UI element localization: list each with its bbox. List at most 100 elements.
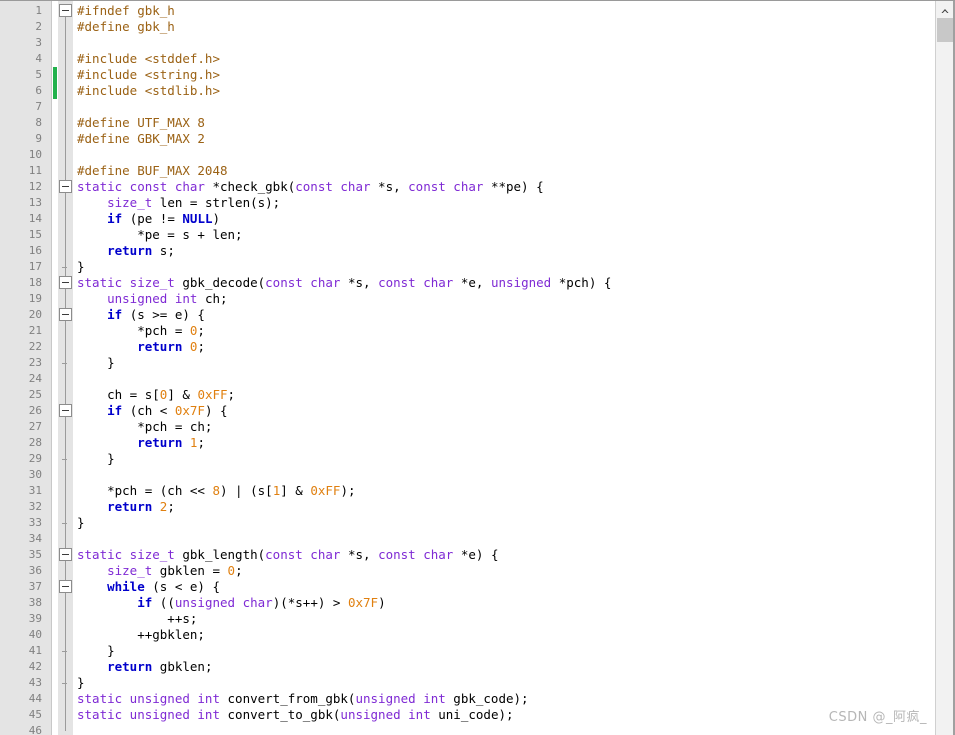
code-line[interactable]: if ((unsigned char)(*s++) > 0x7F) xyxy=(77,595,934,611)
fold-toggle-collapse[interactable] xyxy=(59,404,72,417)
code-line[interactable]: static const char *check_gbk(const char … xyxy=(77,179,934,195)
code-token-id: *pch = xyxy=(77,323,190,338)
fold-toggle-collapse[interactable] xyxy=(59,548,72,561)
line-number: 13 xyxy=(28,196,42,209)
fold-toggle-collapse[interactable] xyxy=(59,276,72,289)
code-token-pre: #define gbk_h xyxy=(77,19,175,34)
code-token-ctl: if xyxy=(107,403,123,418)
code-line[interactable]: #include <stddef.h> xyxy=(77,51,934,67)
code-line[interactable]: #define GBK_MAX 2 xyxy=(77,131,934,147)
line-number: 20 xyxy=(28,308,42,321)
code-line[interactable]: #define BUF_MAX 2048 xyxy=(77,163,934,179)
line-number: 22 xyxy=(28,340,42,353)
fold-end-tick xyxy=(62,459,67,460)
code-token-id: (pe != xyxy=(122,211,183,226)
fold-toggle-collapse[interactable] xyxy=(59,580,72,593)
code-folding-margin[interactable] xyxy=(58,1,73,735)
line-number: 34 xyxy=(28,532,42,545)
code-line[interactable]: *pch = ch; xyxy=(77,419,934,435)
code-line[interactable]: #ifndef gbk_h xyxy=(77,3,934,19)
code-line[interactable]: #define UTF_MAX 8 xyxy=(77,115,934,131)
code-token-id: ; xyxy=(235,563,243,578)
code-token-id xyxy=(77,211,107,226)
code-token-kw: const char xyxy=(378,547,454,562)
code-line[interactable]: static size_t gbk_decode(const char *s, … xyxy=(77,275,934,291)
code-line[interactable]: return 1; xyxy=(77,435,934,451)
code-token-kw: static size_t xyxy=(77,547,175,562)
code-token-id xyxy=(77,659,107,674)
code-line[interactable]: static unsigned int convert_from_gbk(uns… xyxy=(77,691,934,707)
code-line[interactable] xyxy=(77,371,934,387)
code-token-id: ch; xyxy=(197,291,228,306)
scrollbar-thumb[interactable] xyxy=(937,18,954,42)
fold-toggle-collapse[interactable] xyxy=(59,308,72,321)
code-token-id: *e) { xyxy=(453,547,499,562)
code-token-id: (s < e) { xyxy=(144,579,221,594)
code-line[interactable]: size_t gbklen = 0; xyxy=(77,563,934,579)
code-line[interactable]: static unsigned int convert_to_gbk(unsig… xyxy=(77,707,934,723)
code-line[interactable]: size_t len = strlen(s); xyxy=(77,195,934,211)
code-line[interactable]: } xyxy=(77,355,934,371)
code-line[interactable]: *pe = s + len; xyxy=(77,227,934,243)
code-token-kw: const char xyxy=(265,547,341,562)
code-token-id: **pe) { xyxy=(483,179,544,194)
line-number: 23 xyxy=(28,356,42,369)
line-number: 10 xyxy=(28,148,42,161)
code-line[interactable]: } xyxy=(77,643,934,659)
code-line[interactable]: return gbklen; xyxy=(77,659,934,675)
code-line[interactable]: if (pe != NULL) xyxy=(77,211,934,227)
line-number: 5 xyxy=(35,68,42,81)
line-number: 4 xyxy=(35,52,42,65)
vertical-scrollbar[interactable] xyxy=(935,1,955,735)
code-line[interactable]: static size_t gbk_length(const char *s, … xyxy=(77,547,934,563)
code-line[interactable] xyxy=(77,99,934,115)
fold-end-tick xyxy=(62,683,67,684)
code-line[interactable]: *pch = (ch << 8) | (s[1] & 0xFF); xyxy=(77,483,934,499)
code-line[interactable]: *pch = 0; xyxy=(77,323,934,339)
code-token-kw: unsigned char xyxy=(174,595,273,610)
code-line[interactable] xyxy=(77,467,934,483)
line-number: 11 xyxy=(28,164,42,177)
code-line[interactable]: } xyxy=(77,675,934,691)
code-line[interactable]: } xyxy=(77,451,934,467)
line-number: 9 xyxy=(35,132,42,145)
line-number: 35 xyxy=(28,548,42,561)
fold-toggle-collapse[interactable] xyxy=(59,180,72,193)
code-token-pre: #ifndef gbk_h xyxy=(77,3,175,18)
code-line[interactable]: } xyxy=(77,259,934,275)
code-line[interactable] xyxy=(77,723,934,735)
code-token-id: (( xyxy=(152,595,175,610)
fold-toggle-collapse[interactable] xyxy=(59,4,72,17)
code-line[interactable]: while (s < e) { xyxy=(77,579,934,595)
line-number: 43 xyxy=(28,676,42,689)
code-line[interactable]: return 2; xyxy=(77,499,934,515)
code-line[interactable]: ++s; xyxy=(77,611,934,627)
code-line[interactable]: if (s >= e) { xyxy=(77,307,934,323)
code-token-id: gbk_code); xyxy=(445,691,529,706)
code-line[interactable]: #define gbk_h xyxy=(77,19,934,35)
code-line[interactable] xyxy=(77,147,934,163)
code-line[interactable]: #include <stdlib.h> xyxy=(77,83,934,99)
code-token-id xyxy=(77,243,107,258)
code-line[interactable] xyxy=(77,35,934,51)
code-token-num: 0x7F xyxy=(174,403,205,418)
code-token-num: 0x7F xyxy=(347,595,379,610)
code-text-area[interactable]: #ifndef gbk_h #define gbk_h #include <stdd… xyxy=(73,1,934,735)
line-number: 19 xyxy=(28,292,42,305)
code-line[interactable]: ++gbklen; xyxy=(77,627,934,643)
code-line[interactable]: ch = s[0] & 0xFF; xyxy=(77,387,934,403)
code-line[interactable]: return 0; xyxy=(77,339,934,355)
line-number: 1 xyxy=(35,4,42,17)
code-token-kw: unsigned int xyxy=(355,691,446,706)
code-line[interactable]: return s; xyxy=(77,243,934,259)
line-number: 33 xyxy=(28,516,42,529)
code-token-id: } xyxy=(77,259,85,274)
code-token-id: ++s; xyxy=(77,611,198,626)
code-line[interactable]: #include <string.h> xyxy=(77,67,934,83)
code-line[interactable]: unsigned int ch; xyxy=(77,291,934,307)
code-line[interactable]: } xyxy=(77,515,934,531)
code-line[interactable]: if (ch < 0x7F) { xyxy=(77,403,934,419)
code-token-id: ; xyxy=(197,339,205,354)
code-line[interactable] xyxy=(77,531,934,547)
line-number: 25 xyxy=(28,388,42,401)
